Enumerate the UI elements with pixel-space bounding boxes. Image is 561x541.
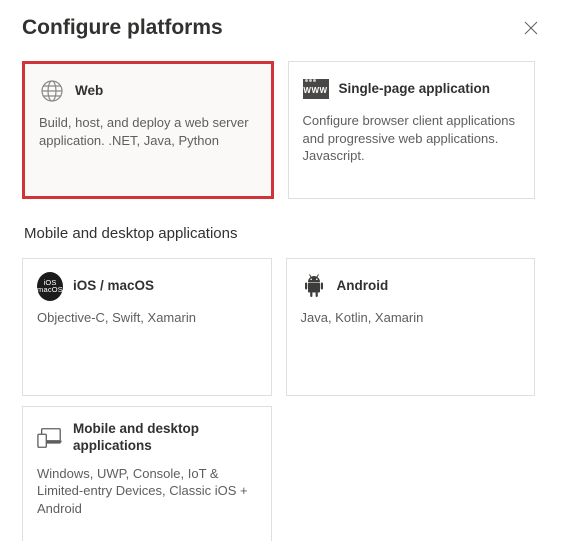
platform-card-spa[interactable]: WWW Single-page application Configure br… (288, 61, 536, 199)
card-title: iOS / macOS (73, 278, 154, 295)
card-head: iOS macOS iOS / macOS (37, 273, 257, 299)
platform-card-ios-macos[interactable]: iOS macOS iOS / macOS Objective-C, Swift… (22, 258, 272, 396)
platform-card-mobile-desktop[interactable]: Mobile and desktop applications Windows,… (22, 406, 272, 541)
page-title: Configure platforms (22, 16, 223, 40)
card-desc: Java, Kotlin, Xamarin (301, 309, 521, 327)
card-desc: Build, host, and deploy a web server app… (39, 114, 257, 149)
ios-icon-line2: macOS (37, 286, 63, 294)
close-button[interactable] (523, 20, 539, 36)
platform-card-web[interactable]: Web Build, host, and deploy a web server… (22, 61, 274, 199)
platform-scroll-area[interactable]: Web Build, host, and deploy a web server… (0, 55, 543, 541)
card-desc: Configure browser client applications an… (303, 112, 521, 165)
card-title: Web (75, 83, 103, 100)
section-title-mobile-desktop: Mobile and desktop applications (24, 225, 535, 242)
card-head: Mobile and desktop applications (37, 421, 257, 455)
card-title: Android (337, 278, 389, 295)
card-desc: Windows, UWP, Console, IoT & Limited-ent… (37, 465, 257, 518)
close-icon (524, 21, 538, 35)
card-head: WWW Single-page application (303, 76, 521, 102)
desktop-platforms-row: Mobile and desktop applications Windows,… (22, 406, 535, 541)
card-head: Android (301, 273, 521, 299)
platform-card-android[interactable]: Android Java, Kotlin, Xamarin (286, 258, 536, 396)
panel-header: Configure platforms (0, 0, 561, 50)
android-icon (301, 273, 327, 299)
card-title: Single-page application (339, 81, 491, 98)
mobile-platforms-row: iOS macOS iOS / macOS Objective-C, Swift… (22, 258, 535, 396)
card-desc: Objective-C, Swift, Xamarin (37, 309, 257, 327)
card-head: Web (39, 78, 257, 104)
empty-slot (286, 406, 536, 541)
web-platforms-row: Web Build, host, and deploy a web server… (22, 61, 535, 199)
devices-icon (37, 425, 63, 451)
browser-www-icon: WWW (303, 76, 329, 102)
globe-icon (39, 78, 65, 104)
card-title: Mobile and desktop applications (73, 421, 257, 455)
ios-macos-icon: iOS macOS (37, 273, 63, 299)
